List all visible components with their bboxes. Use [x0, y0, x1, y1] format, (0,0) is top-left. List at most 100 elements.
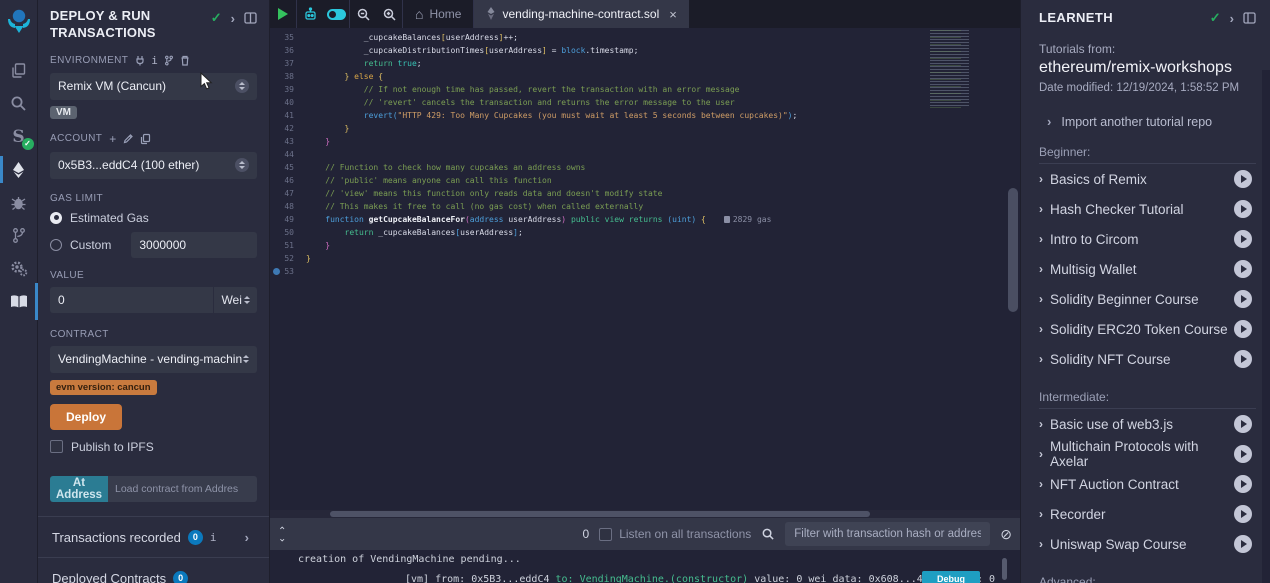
- code-editor[interactable]: 35_cupcakeBalances[userAddress]++;36_cup…: [270, 28, 1020, 510]
- line-number[interactable]: 45: [270, 161, 306, 174]
- line-number[interactable]: 46: [270, 174, 306, 187]
- solidity-compiler-icon[interactable]: S ✓: [0, 120, 38, 153]
- code-line-40[interactable]: 40// 'revert' cancels the transaction an…: [270, 96, 1020, 109]
- tutorial-play-button[interactable]: [1234, 320, 1252, 338]
- contract-select[interactable]: VendingMachine - vending-machin: [50, 346, 257, 373]
- tutorial-expand-icon[interactable]: ›: [1039, 322, 1043, 336]
- tutorial-expand-icon[interactable]: ›: [1039, 202, 1043, 216]
- debug-button[interactable]: Debug: [922, 571, 980, 583]
- environment-select[interactable]: Remix VM (Cancun): [50, 73, 257, 100]
- terminal-output[interactable]: creation of VendingMachine pending... [v…: [270, 550, 1020, 583]
- code-line-49[interactable]: 49function getCupcakeBalanceFor(address …: [270, 213, 1020, 226]
- tutorial-expand-icon[interactable]: ›: [1039, 232, 1043, 246]
- code-line-45[interactable]: 45// Function to check how many cupcakes…: [270, 161, 1020, 174]
- debugger-icon[interactable]: [0, 186, 38, 219]
- search-icon[interactable]: [0, 87, 38, 120]
- estimated-gas-radio[interactable]: [50, 212, 62, 224]
- terminal-search-icon[interactable]: [761, 527, 775, 541]
- terminal-filter-input[interactable]: [785, 522, 990, 546]
- code-line-42[interactable]: 42}: [270, 122, 1020, 135]
- code-line-44[interactable]: 44: [270, 148, 1020, 161]
- tutorial-play-button[interactable]: [1234, 505, 1252, 523]
- at-address-button[interactable]: At Address: [50, 476, 108, 502]
- line-number[interactable]: 37: [270, 57, 306, 70]
- transactions-expand-icon[interactable]: ›: [245, 530, 249, 545]
- panel-expand-icon[interactable]: ›: [231, 11, 235, 26]
- editor-minimap[interactable]: [930, 30, 974, 108]
- close-tab-icon[interactable]: ×: [669, 7, 677, 22]
- line-number[interactable]: 52: [270, 252, 306, 265]
- tutorial-item[interactable]: ›Basics of Remix: [1039, 164, 1256, 194]
- line-number[interactable]: 39: [270, 83, 306, 96]
- account-select[interactable]: 0x5B3...eddC4 (100 ether): [50, 152, 257, 179]
- tutorial-expand-icon[interactable]: ›: [1039, 537, 1043, 551]
- import-tutorial-repo[interactable]: › Import another tutorial repo: [1047, 114, 1256, 129]
- tutorial-item[interactable]: ›Multisig Wallet: [1039, 254, 1256, 284]
- tutorial-item[interactable]: ›Intro to Circom: [1039, 224, 1256, 254]
- tutorial-play-button[interactable]: [1234, 230, 1252, 248]
- code-line-51[interactable]: 51}: [270, 239, 1020, 252]
- line-number[interactable]: 38: [270, 70, 306, 83]
- pin-panel-icon[interactable]: [244, 12, 257, 24]
- tutorial-expand-icon[interactable]: ›: [1039, 352, 1043, 366]
- line-number[interactable]: 51: [270, 239, 306, 252]
- git-icon[interactable]: [0, 219, 38, 252]
- clear-console-icon[interactable]: ⊘: [1000, 526, 1012, 543]
- estimated-gas-option[interactable]: Estimated Gas: [50, 211, 257, 225]
- learneth-scrollbar-track[interactable]: [1262, 70, 1270, 583]
- value-unit-select[interactable]: Wei: [213, 287, 257, 313]
- line-number[interactable]: 41: [270, 109, 306, 122]
- line-number[interactable]: 43: [270, 135, 306, 148]
- tutorial-play-button[interactable]: [1234, 350, 1252, 368]
- tutorial-play-button[interactable]: [1234, 290, 1252, 308]
- tutorial-item[interactable]: ›Multichain Protocols with Axelar: [1039, 439, 1256, 469]
- deployed-contracts-row[interactable]: Deployed Contracts 0: [50, 558, 257, 583]
- transactions-recorded-row[interactable]: Transactions recorded 0 i ›: [50, 517, 257, 557]
- custom-gas-radio[interactable]: [50, 239, 62, 251]
- publish-to-ipfs-checkbox[interactable]: [50, 440, 63, 453]
- code-line-36[interactable]: 36_cupcakeDistributionTimes[userAddress]…: [270, 44, 1020, 57]
- code-line-46[interactable]: 46// 'public' means anyone can call this…: [270, 174, 1020, 187]
- breakpoint-dot[interactable]: [273, 268, 280, 275]
- code-line-41[interactable]: 41revert("HTTP 429: Too Many Cupcakes (y…: [270, 109, 1020, 122]
- learneth-book-icon[interactable]: [0, 285, 38, 318]
- tutorial-item[interactable]: ›Solidity NFT Course: [1039, 344, 1256, 374]
- add-account-icon[interactable]: +: [109, 132, 116, 146]
- tutorial-expand-icon[interactable]: ›: [1039, 172, 1043, 186]
- publish-to-ipfs-option[interactable]: Publish to IPFS: [50, 440, 257, 454]
- delete-env-icon[interactable]: [180, 55, 190, 66]
- tutorial-item[interactable]: ›Uniswap Swap Course: [1039, 529, 1256, 559]
- tutorial-play-button[interactable]: [1234, 535, 1252, 553]
- line-number[interactable]: 48: [270, 200, 306, 213]
- line-number[interactable]: 50: [270, 226, 306, 239]
- settings-icon[interactable]: [0, 252, 38, 285]
- tutorial-item[interactable]: ›Recorder: [1039, 499, 1256, 529]
- tutorial-item[interactable]: ›Solidity Beginner Course: [1039, 284, 1256, 314]
- deploy-and-run-icon[interactable]: [0, 153, 38, 186]
- listen-checkbox[interactable]: [599, 528, 612, 541]
- value-input[interactable]: [50, 287, 213, 313]
- code-line-50[interactable]: 50return _cupcakeBalances[userAddress];: [270, 226, 1020, 239]
- tutorial-item[interactable]: ›NFT Auction Contract: [1039, 469, 1256, 499]
- tutorial-play-button[interactable]: [1234, 200, 1252, 218]
- tutorial-expand-icon[interactable]: ›: [1039, 292, 1043, 306]
- tutorial-expand-icon[interactable]: ›: [1039, 477, 1043, 491]
- tutorial-play-button[interactable]: [1234, 415, 1252, 433]
- code-line-35[interactable]: 35_cupcakeBalances[userAddress]++;: [270, 31, 1020, 44]
- tutorial-play-button[interactable]: [1234, 260, 1252, 278]
- zoom-in-icon[interactable]: [376, 0, 402, 28]
- remix-logo-icon[interactable]: [6, 7, 32, 40]
- code-line-48[interactable]: 48// This makes it free to call (no gas …: [270, 200, 1020, 213]
- editor-horizontal-scrollbar[interactable]: [270, 510, 1020, 518]
- sign-message-icon[interactable]: [123, 133, 134, 144]
- ai-copilot-icon[interactable]: [297, 0, 323, 28]
- copilot-toggle[interactable]: [323, 0, 349, 28]
- copy-account-icon[interactable]: [140, 133, 151, 145]
- line-number[interactable]: 47: [270, 187, 306, 200]
- code-line-53[interactable]: 53: [270, 265, 1020, 278]
- code-line-52[interactable]: 52}: [270, 252, 1020, 265]
- line-number[interactable]: 42: [270, 122, 306, 135]
- custom-gas-option[interactable]: Custom: [50, 232, 257, 258]
- learneth-pin-icon[interactable]: [1243, 12, 1256, 24]
- tutorial-play-button[interactable]: [1234, 445, 1252, 463]
